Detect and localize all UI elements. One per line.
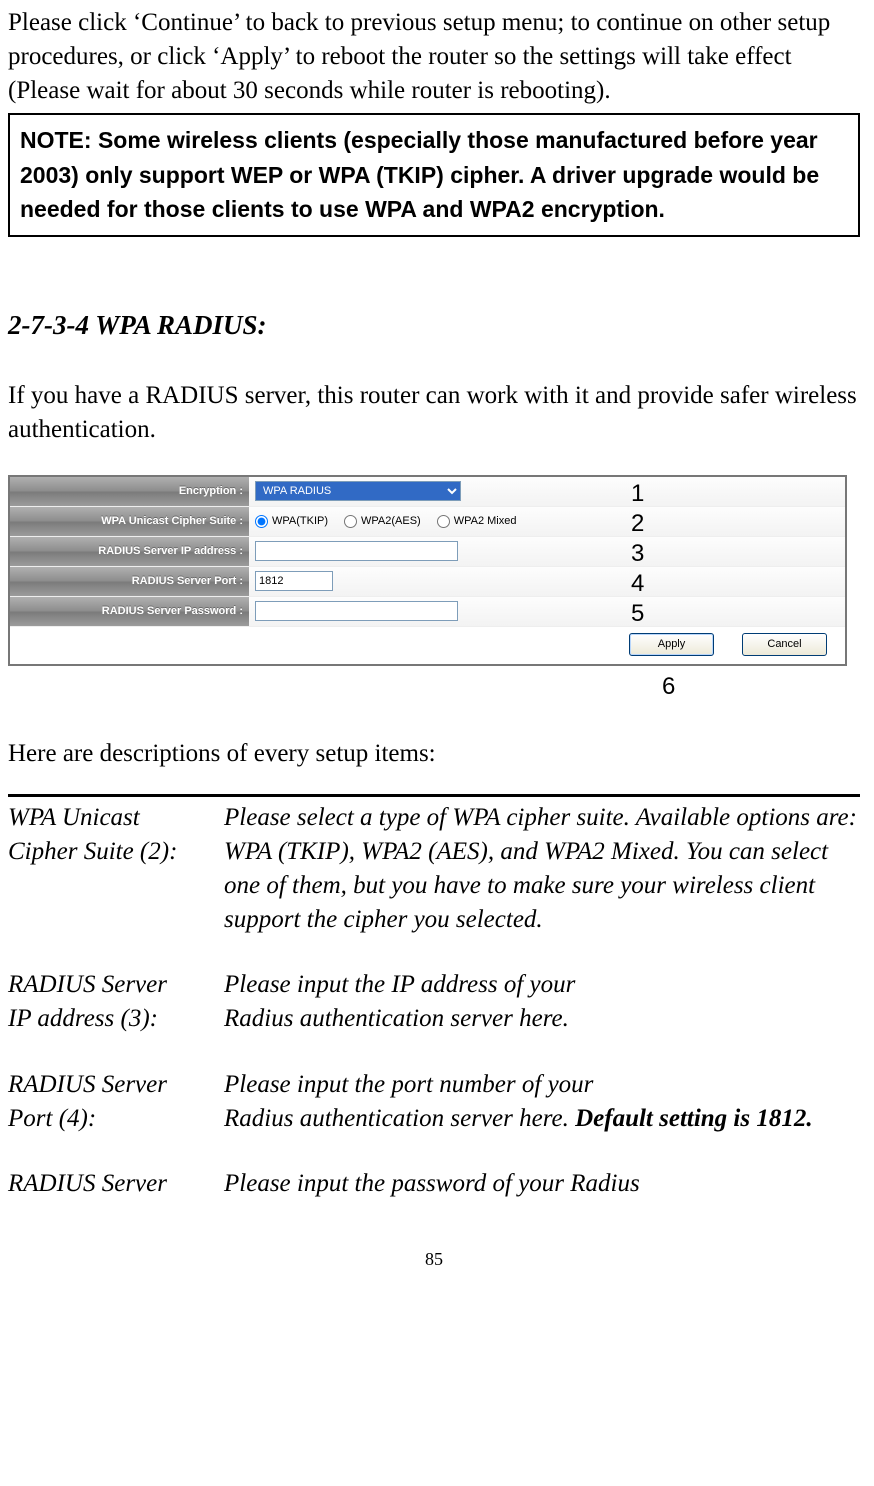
callout-1: 1 [631, 478, 644, 510]
label-encryption: Encryption : [10, 477, 249, 506]
term-line: Port (4): [8, 1102, 224, 1136]
radio-label: WPA2(AES) [361, 514, 421, 529]
def-line: Please input the IP address of your [224, 968, 860, 1002]
ip-input[interactable] [255, 541, 458, 561]
def-bold: Default setting is 1812. [575, 1105, 813, 1132]
desc-row-cipher: WPA Unicast Cipher Suite (2): Please sel… [8, 801, 860, 936]
radio-label: WPA(TKIP) [272, 514, 328, 529]
desc-term: RADIUS Server [8, 1167, 224, 1201]
term-line: WPA Unicast [8, 801, 224, 835]
def-text: Radius authentication server here. [224, 1105, 575, 1132]
term-line: RADIUS Server [8, 1068, 224, 1102]
row-password: RADIUS Server Password : [10, 597, 845, 627]
def-line: Radius authentication server here. [224, 1002, 860, 1036]
row-cipher: WPA Unicast Cipher Suite : WPA(TKIP) WPA… [10, 507, 845, 537]
desc-def: Please input the password of your Radius [224, 1167, 860, 1201]
def-line: Radius authentication server here. Defau… [224, 1102, 860, 1136]
section-heading: 2-7-3-4 WPA RADIUS: [8, 307, 860, 343]
descriptions-intro: Here are descriptions of every setup ite… [8, 737, 860, 771]
cancel-button[interactable]: Cancel [742, 633, 827, 656]
page-number: 85 [8, 1247, 860, 1281]
label-password: RADIUS Server Password : [10, 597, 249, 626]
radio-wpa2-aes[interactable]: WPA2(AES) [344, 514, 421, 529]
note-box: NOTE: Some wireless clients (especially … [8, 113, 860, 237]
radio-input-mixed[interactable] [437, 515, 450, 528]
desc-def: Please input the IP address of your Radi… [224, 968, 860, 1036]
callout-2: 2 [631, 508, 644, 540]
encryption-select[interactable]: WPA RADIUS [255, 481, 461, 501]
apply-button[interactable]: Apply [629, 633, 714, 656]
value-cipher: WPA(TKIP) WPA2(AES) WPA2 Mixed [249, 507, 845, 536]
router-panel: Encryption : WPA RADIUS WPA Unicast Ciph… [8, 475, 847, 666]
term-line: Cipher Suite (2): [8, 835, 224, 869]
callout-5: 5 [631, 598, 644, 630]
router-button-bar: Apply Cancel [10, 627, 845, 664]
label-cipher: WPA Unicast Cipher Suite : [10, 507, 249, 536]
value-password [249, 597, 845, 626]
value-encryption: WPA RADIUS [249, 477, 845, 506]
row-port: RADIUS Server Port : [10, 567, 845, 597]
radio-label: WPA2 Mixed [454, 514, 517, 529]
value-ip [249, 537, 845, 566]
desc-row-port: RADIUS Server Port (4): Please input the… [8, 1068, 860, 1136]
callout-4: 4 [631, 568, 644, 600]
desc-term: WPA Unicast Cipher Suite (2): [8, 801, 224, 936]
router-screenshot-wrap: Encryption : WPA RADIUS WPA Unicast Ciph… [8, 475, 860, 705]
label-ip: RADIUS Server IP address : [10, 537, 249, 566]
horizontal-rule [8, 794, 860, 797]
radio-input-tkip[interactable] [255, 515, 268, 528]
desc-def: Please input the port number of your Rad… [224, 1068, 860, 1136]
term-line: IP address (3): [8, 1002, 224, 1036]
radio-wpa-tkip[interactable]: WPA(TKIP) [255, 514, 328, 529]
term-line: RADIUS Server [8, 1167, 224, 1201]
section-intro: If you have a RADIUS server, this router… [8, 379, 860, 447]
port-input[interactable] [255, 571, 333, 591]
desc-def: Please select a type of WPA cipher suite… [224, 801, 860, 936]
row-encryption: Encryption : WPA RADIUS [10, 477, 845, 507]
row-ip: RADIUS Server IP address : [10, 537, 845, 567]
term-line: RADIUS Server [8, 968, 224, 1002]
label-port: RADIUS Server Port : [10, 567, 249, 596]
desc-row-password: RADIUS Server Please input the password … [8, 1167, 860, 1201]
callout-6: 6 [662, 671, 675, 703]
callout-3: 3 [631, 538, 644, 570]
desc-term: RADIUS Server Port (4): [8, 1068, 224, 1136]
desc-row-ip: RADIUS Server IP address (3): Please inp… [8, 968, 860, 1036]
def-line: Please input the port number of your [224, 1068, 860, 1102]
password-input[interactable] [255, 601, 458, 621]
radio-wpa2-mixed[interactable]: WPA2 Mixed [437, 514, 517, 529]
desc-term: RADIUS Server IP address (3): [8, 968, 224, 1036]
value-port [249, 567, 845, 596]
intro-paragraph: Please click ‘Continue’ to back to previ… [8, 6, 860, 107]
radio-input-aes[interactable] [344, 515, 357, 528]
